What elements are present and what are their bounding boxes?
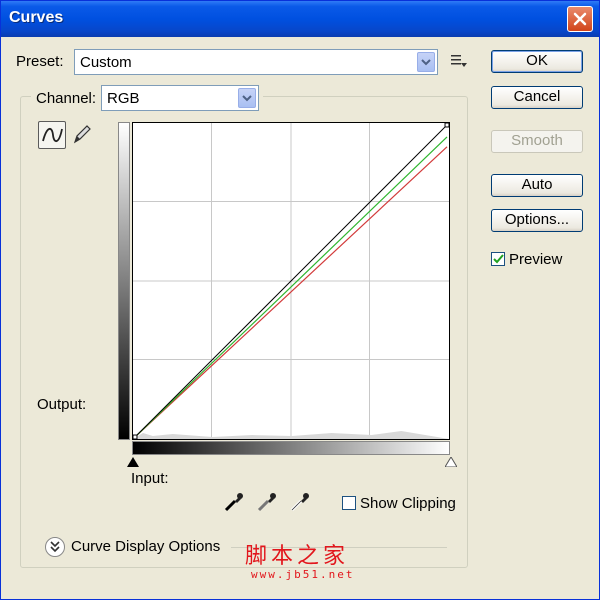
title-bar: Curves [1, 1, 599, 37]
chevron-down-icon [421, 59, 431, 66]
curve-display-options-label: Curve Display Options [71, 538, 221, 555]
input-gradient-bar [132, 441, 450, 455]
show-clipping-label: Show Clipping [360, 495, 456, 512]
output-label: Output: [37, 396, 87, 413]
preview-label: Preview [509, 251, 563, 268]
curve-edit-tool[interactable] [38, 121, 66, 149]
pencil-tool-icon [73, 125, 91, 144]
preset-menu-icon[interactable] [451, 54, 467, 68]
channel-select[interactable]: RGB [101, 85, 259, 111]
check-icon [493, 254, 504, 264]
cancel-button[interactable]: Cancel [491, 86, 583, 109]
show-clipping-checkbox[interactable] [342, 496, 356, 510]
curves-graph[interactable] [132, 122, 450, 440]
chevron-down-icon [50, 541, 60, 553]
preview-checkbox[interactable] [491, 252, 505, 266]
channel-value: RGB [107, 90, 140, 107]
curve-point-white[interactable] [444, 123, 449, 128]
black-eyedropper-icon[interactable] [223, 491, 245, 513]
gray-eyedropper-icon[interactable] [256, 491, 278, 513]
preset-label: Preset: [16, 53, 64, 70]
smooth-button[interactable]: Smooth [491, 130, 583, 153]
window-title: Curves [9, 9, 64, 26]
auto-button[interactable]: Auto [491, 174, 583, 197]
curve-display-options-toggle[interactable] [45, 537, 65, 557]
close-icon [573, 12, 587, 26]
pencil-draw-tool[interactable] [69, 121, 97, 149]
white-eyedropper-icon[interactable] [289, 491, 311, 513]
watermark-url: www.jb51.net [251, 568, 355, 581]
channel-dropdown-button[interactable] [238, 88, 256, 108]
curve-point-black[interactable] [133, 434, 138, 439]
curve-tool-icon [42, 128, 63, 142]
close-button[interactable] [567, 6, 593, 32]
options-button[interactable]: Options... [491, 209, 583, 232]
output-gradient-bar [118, 122, 130, 440]
black-point-slider[interactable] [127, 457, 139, 467]
curves-dialog: Curves Preset: Custom Channel: RGB Outpu… [0, 0, 600, 600]
chevron-down-icon [242, 95, 252, 102]
channel-label: Channel: [36, 90, 97, 107]
white-point-slider[interactable] [445, 457, 457, 467]
preset-value: Custom [80, 54, 132, 71]
preset-select[interactable]: Custom [74, 49, 438, 75]
watermark-text: 脚本之家 [245, 544, 350, 569]
preset-dropdown-button[interactable] [417, 52, 435, 72]
ok-button[interactable]: OK [491, 50, 583, 73]
input-label: Input: [131, 470, 169, 487]
